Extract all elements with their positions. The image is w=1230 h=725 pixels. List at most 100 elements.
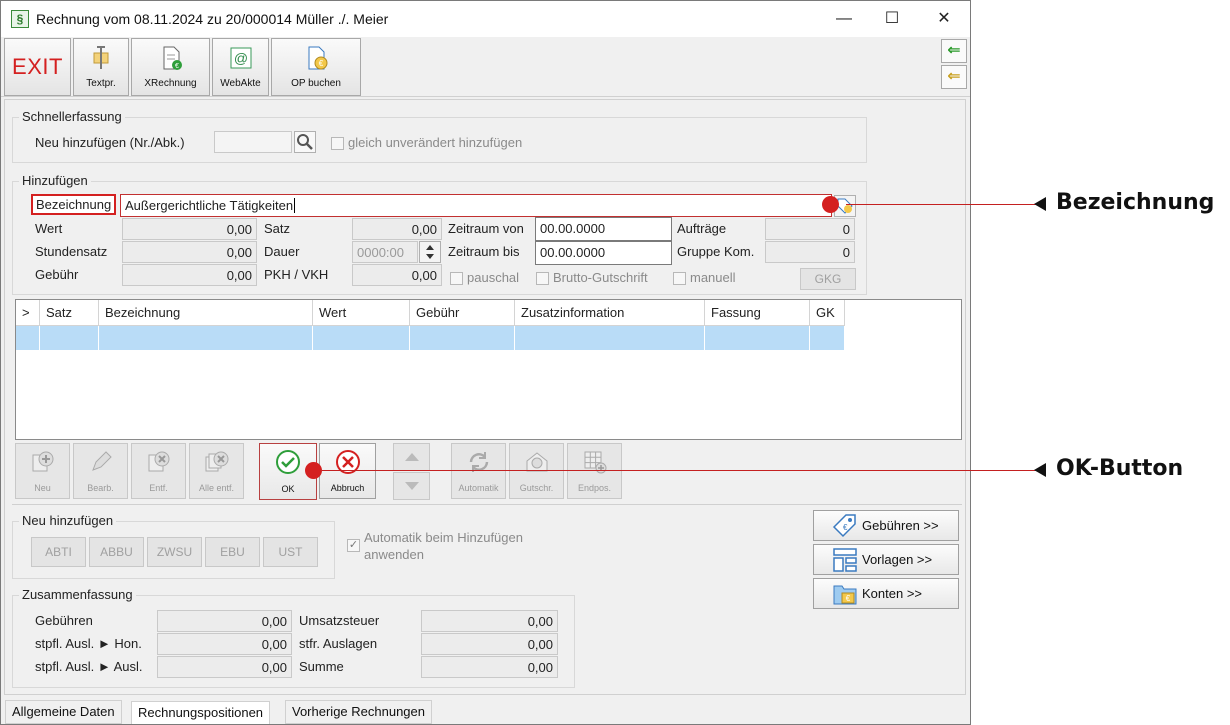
dauer-label: Dauer: [264, 244, 300, 259]
gruppe-label: Gruppe Kom.: [677, 244, 755, 259]
col-header-marker[interactable]: >: [16, 300, 40, 326]
tab-vorherige-rechnungen[interactable]: Vorherige Rechnungen: [285, 700, 432, 724]
dauer-field[interactable]: 0000:00: [352, 241, 418, 263]
move-down-button[interactable]: [393, 472, 430, 500]
pkh-field[interactable]: 0,00: [352, 264, 442, 286]
credit-icon: [526, 452, 547, 472]
stpfl-ausl-field: 0,00: [157, 656, 292, 678]
tag-icon: €: [832, 514, 856, 538]
abti-button[interactable]: ABTI: [31, 537, 86, 567]
webakte-button[interactable]: @ WebAkte: [212, 38, 269, 96]
textpr-button[interactable]: Textpr.: [73, 38, 129, 96]
callout-bezeichnung-line: [846, 204, 1046, 205]
op-buchen-button[interactable]: € OP buchen: [271, 38, 361, 96]
toolbar: EXIT Textpr. € XRechnung @ WebAkte € OP …: [1, 37, 970, 97]
webakte-icon: @: [230, 47, 251, 69]
konten-button[interactable]: € Konten >>: [813, 578, 959, 609]
svg-text:€: €: [319, 59, 324, 68]
arrow-up-icon: [405, 453, 419, 461]
xrechnung-button[interactable]: € XRechnung: [131, 38, 210, 96]
wert-field[interactable]: 0,00: [122, 218, 257, 240]
xrechnung-label: XRechnung: [144, 78, 197, 89]
col-header-gebuehr[interactable]: Gebühr: [410, 300, 515, 326]
quick-add-search-button[interactable]: [294, 131, 316, 153]
endpos-label: Endpos.: [577, 483, 612, 493]
bearb-button[interactable]: Bearb.: [73, 443, 128, 499]
neu-button[interactable]: Neu: [15, 443, 70, 499]
dauer-spinner[interactable]: [419, 241, 441, 263]
col-header-satz[interactable]: Satz: [40, 300, 99, 326]
satz-label: Satz: [264, 221, 291, 236]
vorlagen-button[interactable]: Vorlagen >>: [813, 544, 959, 575]
table-cell: [515, 326, 705, 350]
nav-back-all-button[interactable]: ⇐: [941, 65, 967, 89]
gruppe-field[interactable]: 0: [765, 241, 855, 263]
exit-button[interactable]: EXIT: [4, 38, 71, 96]
ebu-button[interactable]: EBU: [205, 537, 260, 567]
stpfl-ausl-label: stpfl. Ausl. ► Ausl.: [35, 659, 143, 674]
bezeichnung-input[interactable]: Außergerichtliche Tätigkeiten: [120, 194, 832, 217]
exit-label: EXIT: [12, 54, 63, 79]
quick-add-input[interactable]: [214, 131, 292, 153]
abbruch-button[interactable]: Abbruch: [319, 443, 376, 499]
gkg-button[interactable]: GKG: [800, 268, 856, 290]
summe-field: 0,00: [421, 656, 558, 678]
textpr-label: Textpr.: [86, 78, 116, 89]
tab-rechnungspositionen[interactable]: Rechnungspositionen: [131, 701, 271, 724]
alle-entf-button[interactable]: Alle entf.: [189, 443, 244, 499]
automatik-checkbox-label: Automatik beim Hinzufügen anwenden: [364, 530, 523, 562]
table-cell: [705, 326, 810, 350]
brutto-checkbox[interactable]: [536, 272, 549, 285]
positions-table[interactable]: > Satz Bezeichnung Wert Gebühr Zusatzinf…: [15, 299, 962, 440]
gebuehr-field[interactable]: 0,00: [122, 264, 257, 286]
template-icon: [833, 548, 857, 572]
auftraege-field[interactable]: 0: [765, 218, 855, 240]
umsatzsteuer-field: 0,00: [421, 610, 558, 632]
add-icon: [32, 451, 53, 472]
summe-label: Summe: [299, 659, 344, 674]
table-cell: [313, 326, 410, 350]
svg-text:€: €: [843, 523, 848, 532]
col-header-bezeichnung[interactable]: Bezeichnung: [99, 300, 313, 326]
move-up-button[interactable]: [393, 443, 430, 471]
text-processing-icon: [93, 46, 109, 69]
spinner-icon: [426, 245, 434, 259]
col-header-zusatzinfo[interactable]: Zusatzinformation: [515, 300, 705, 326]
gutschr-button[interactable]: Gutschr.: [509, 443, 564, 499]
nav-back-button[interactable]: ⇐: [941, 39, 967, 63]
entf-label: Entf.: [149, 483, 168, 493]
bearb-label: Bearb.: [87, 483, 114, 493]
satz-field[interactable]: 0,00: [352, 218, 442, 240]
minimize-button[interactable]: —: [821, 1, 867, 37]
zeitraum-bis-field[interactable]: 00.00.0000: [535, 241, 672, 265]
endpos-button[interactable]: Endpos.: [567, 443, 622, 499]
manuell-checkbox[interactable]: [673, 272, 686, 285]
add-unchanged-checkbox[interactable]: [331, 137, 344, 150]
search-icon: [297, 134, 313, 150]
col-header-wert[interactable]: Wert: [313, 300, 410, 326]
entf-button[interactable]: Entf.: [131, 443, 186, 499]
gebuehren-button[interactable]: € Gebühren >>: [813, 510, 959, 541]
col-header-fassung[interactable]: Fassung: [705, 300, 810, 326]
zeitraum-von-label: Zeitraum von: [448, 221, 524, 236]
automatik-checkbox[interactable]: ✓: [347, 539, 360, 552]
col-header-gk[interactable]: GK: [810, 300, 845, 326]
abbu-button[interactable]: ABBU: [89, 537, 144, 567]
ust-button[interactable]: UST: [263, 537, 318, 567]
stundensatz-label: Stundensatz: [35, 244, 108, 259]
close-button[interactable]: ✕: [921, 1, 967, 37]
refresh-icon: [469, 452, 488, 472]
auftraege-label: Aufträge: [677, 221, 727, 236]
neu-hinzufuegen-title: Neu hinzufügen: [19, 513, 117, 528]
table-cell: [410, 326, 515, 350]
stundensatz-field[interactable]: 0,00: [122, 241, 257, 263]
wert-label: Wert: [35, 221, 63, 236]
tab-allgemeine-daten[interactable]: Allgemeine Daten: [5, 700, 122, 724]
arrow-down-icon: [405, 482, 419, 490]
automatik-button[interactable]: Automatik: [451, 443, 506, 499]
pauschal-checkbox[interactable]: [450, 272, 463, 285]
maximize-button[interactable]: ☐: [869, 1, 915, 37]
zwsu-button[interactable]: ZWSU: [147, 537, 202, 567]
quick-add-label: Neu hinzufügen (Nr./Abk.): [35, 135, 185, 150]
zeitraum-von-field[interactable]: 00.00.0000: [535, 217, 672, 241]
